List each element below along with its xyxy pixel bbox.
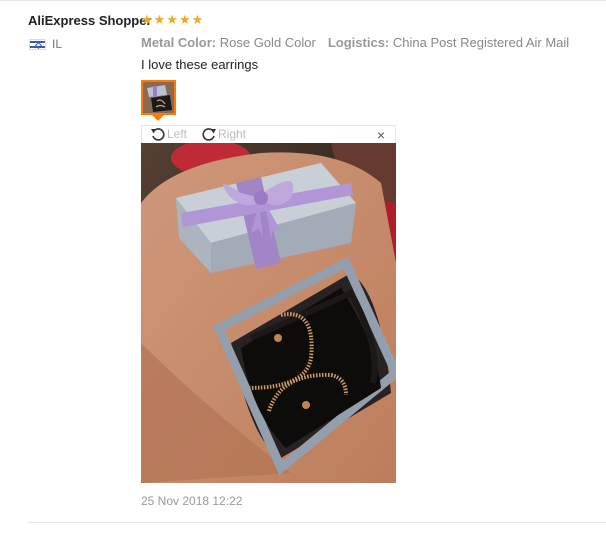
star-icon: ★ xyxy=(153,12,166,27)
attribute-value: Rose Gold Color xyxy=(219,35,316,50)
attribute-key: Metal Color: xyxy=(141,35,217,50)
attribute-metal-color: Metal Color: Rose Gold Color xyxy=(141,35,316,50)
star-rating: ★ ★ ★ ★ ★ xyxy=(141,12,203,28)
top-divider xyxy=(0,0,606,1)
reviewer-name: AliExpress Shopper xyxy=(28,13,152,28)
attribute-key: Logistics: xyxy=(327,35,390,50)
rotate-left-icon xyxy=(151,128,165,141)
star-icon: ★ xyxy=(141,12,153,27)
review-divider xyxy=(28,522,606,523)
star-icon: ★ xyxy=(178,12,191,27)
reviewer-country: IL xyxy=(29,37,62,51)
star-icon: ★ xyxy=(166,12,178,27)
rotate-left-label: Left xyxy=(167,127,188,141)
israel-flag-icon xyxy=(29,38,46,50)
rotate-right-label: Right xyxy=(218,127,247,141)
attribute-logistics: Logistics: China Post Registered Air Mai… xyxy=(328,35,569,50)
thumbnail-selected-caret xyxy=(152,115,164,121)
photo-viewer-toolbar: Left Right × xyxy=(141,125,396,143)
rotate-right-button[interactable]: Right xyxy=(201,126,246,142)
order-attributes: Metal Color: Rose Gold Color Logistics: … xyxy=(141,35,569,50)
review-date: 25 Nov 2018 12:22 xyxy=(141,494,243,508)
thumbnail-image xyxy=(143,82,174,113)
star-icon: ★ xyxy=(191,12,204,27)
country-code: IL xyxy=(52,37,63,51)
rotate-right-icon xyxy=(202,128,216,141)
attribute-value: China Post Registered Air Mail xyxy=(392,35,570,50)
close-icon[interactable]: × xyxy=(377,127,385,143)
review-text: I love these earrings xyxy=(141,57,259,72)
review-photo xyxy=(141,143,396,483)
review-photo-thumbnail[interactable] xyxy=(141,80,176,115)
review-photo-image xyxy=(141,143,396,483)
rotate-left-button[interactable]: Left xyxy=(150,126,187,142)
